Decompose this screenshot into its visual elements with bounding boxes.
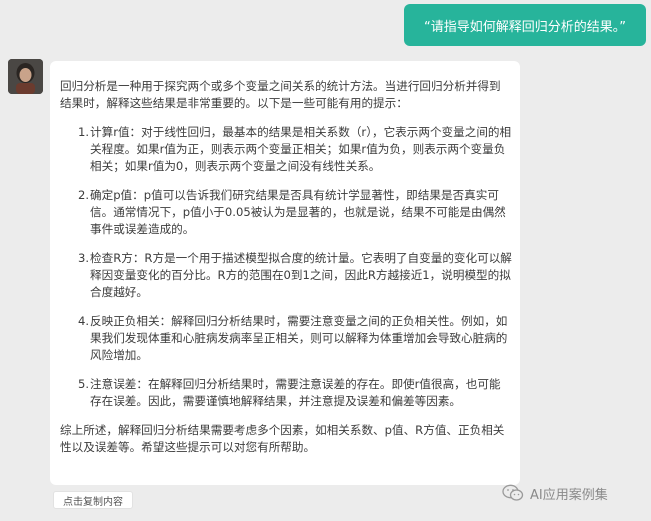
tip-number: 3. xyxy=(78,251,90,265)
tip-number: 1. xyxy=(78,125,90,139)
tip-item: 2. 确定p值：p值可以告诉我们研究结果是否具有统计学显著性，即结果是否真实可信。… xyxy=(78,187,512,238)
user-message-text: “请指导如何解释回归分析的结果。” xyxy=(424,19,626,35)
tip-text: 注意误差：在解释回归分析结果时，需要注意误差的存在。即使r值很高，也可能存在误差… xyxy=(90,377,501,408)
reply-conclusion: 综上所述，解释回归分析结果需要考虑多个因素，如相关系数、p值、R方值、正负相关性… xyxy=(60,423,505,454)
assistant-reply: 回归分析是一种用于探究两个或多个变量之间关系的统计方法。当进行回归分析并得到结果… xyxy=(50,61,520,485)
tip-text: 确定p值：p值可以告诉我们研究结果是否具有统计学显著性，即结果是否真实可信。通常… xyxy=(90,188,506,236)
watermark: AI应用案例集 xyxy=(502,482,608,504)
tips-list: 1. 计算r值：对于线性回归，最基本的结果是相关系数（r），它表示两个变量之间的相… xyxy=(60,124,512,410)
watermark-text: AI应用案例集 xyxy=(530,487,608,503)
tip-number: 5. xyxy=(78,377,90,391)
tip-item: 1. 计算r值：对于线性回归，最基本的结果是相关系数（r），它表示两个变量之间的相… xyxy=(78,124,512,175)
tip-item: 5. 注意误差：在解释回归分析结果时，需要注意误差的存在。即使r值很高，也可能存在… xyxy=(78,376,512,410)
tip-text: 检查R方：R方是一个用于描述模型拟合度的统计量。它表明了自变量的变化可以解释因变… xyxy=(90,251,512,299)
tip-number: 2. xyxy=(78,188,90,202)
tip-item: 3. 检查R方：R方是一个用于描述模型拟合度的统计量。它表明了自变量的变化可以解释… xyxy=(78,250,512,301)
assistant-avatar xyxy=(8,59,43,94)
tip-text: 反映正负相关：解释回归分析结果时，需要注意变量之间的正负相关性。例如，如果我们发… xyxy=(90,314,508,362)
tip-text: 计算r值：对于线性回归，最基本的结果是相关系数（r），它表示两个变量之间的相关程… xyxy=(90,125,512,173)
user-message-bubble: “请指导如何解释回归分析的结果。” xyxy=(404,4,646,46)
tip-item: 4. 反映正负相关：解释回归分析结果时，需要注意变量之间的正负相关性。例如，如果我… xyxy=(78,313,512,364)
tip-number: 4. xyxy=(78,314,90,328)
copy-content-button[interactable]: 点击复制内容 xyxy=(53,491,133,509)
reply-intro: 回归分析是一种用于探究两个或多个变量之间关系的统计方法。当进行回归分析并得到结果… xyxy=(60,79,501,110)
wechat-icon xyxy=(502,484,524,501)
